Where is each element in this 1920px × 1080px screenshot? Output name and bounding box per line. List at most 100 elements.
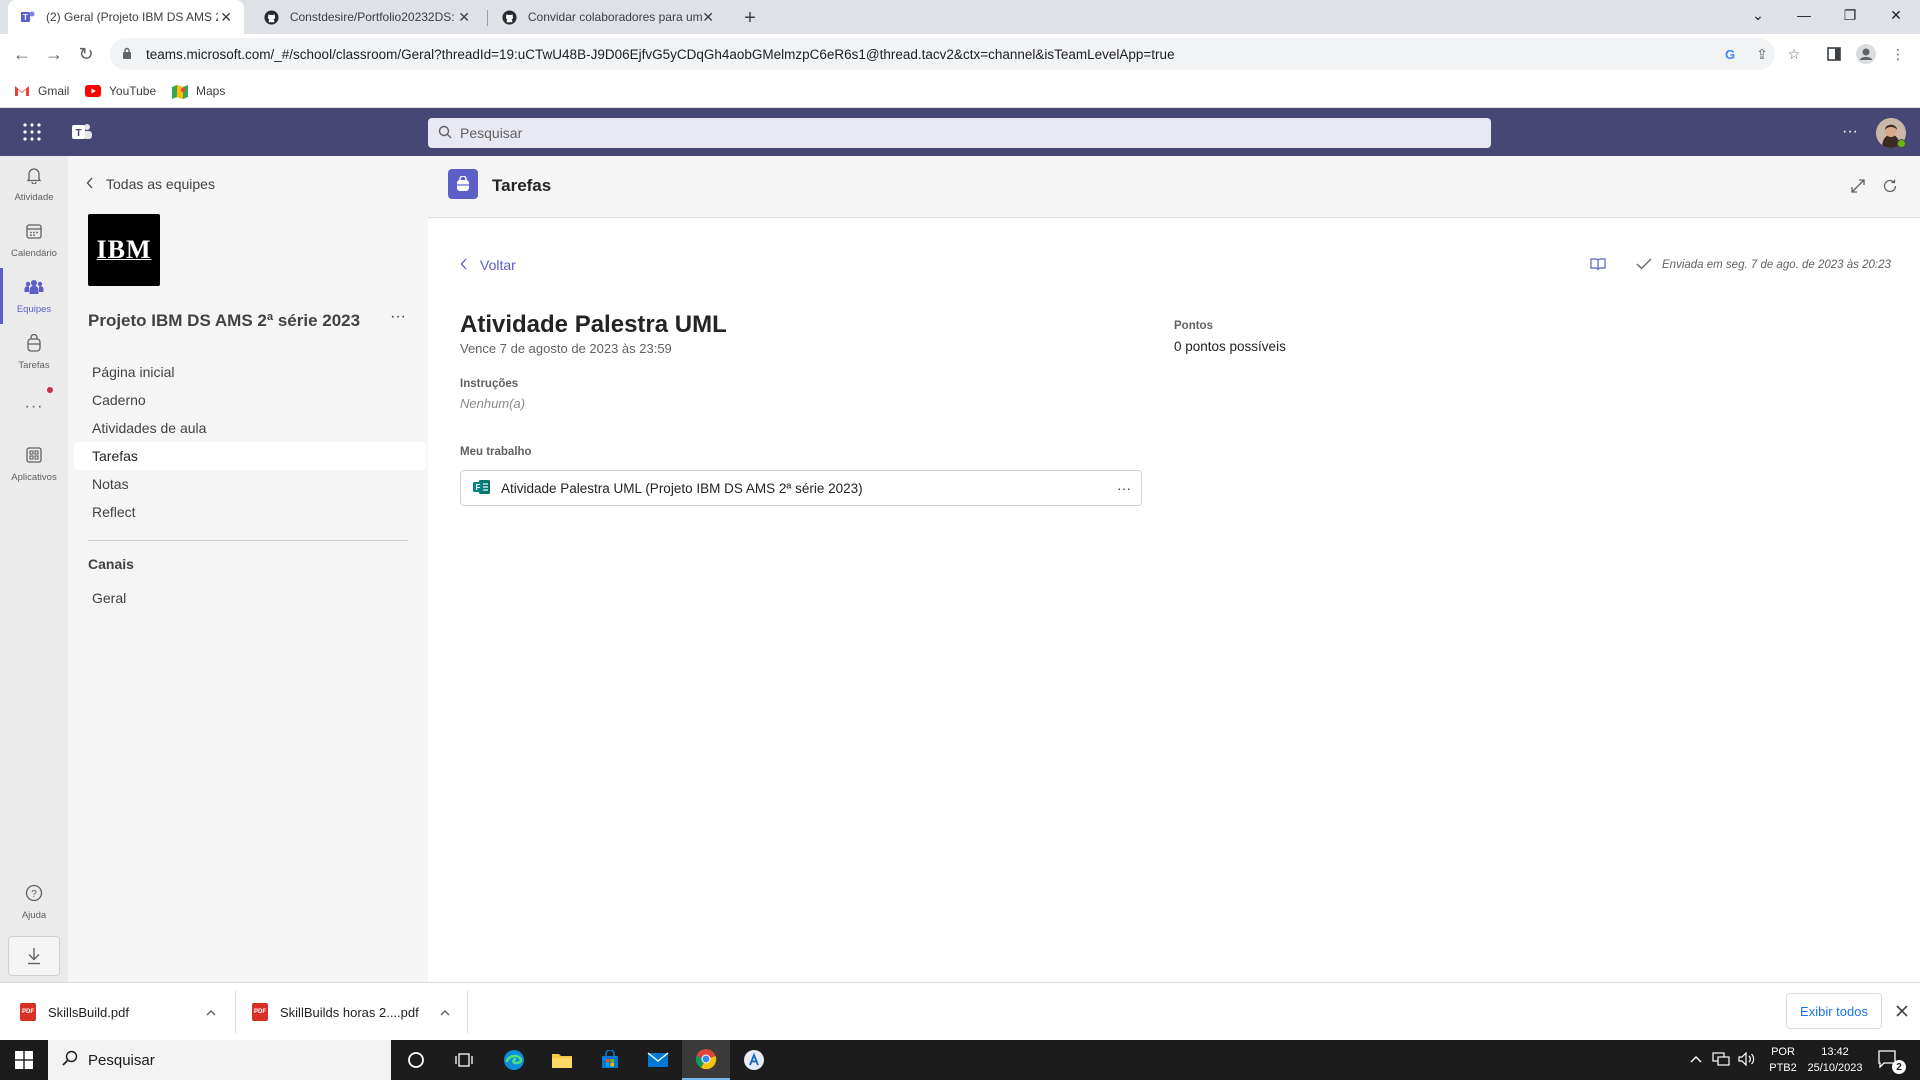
back-arrow-icon[interactable]: ← <box>8 40 36 68</box>
volume-icon[interactable] <box>1738 1051 1756 1071</box>
divider <box>235 991 236 1033</box>
bookmark-star-icon[interactable]: ☆ <box>1782 42 1806 66</box>
google-lens-icon[interactable]: G <box>1718 42 1742 66</box>
rail-assignments[interactable]: Tarefas <box>0 324 68 380</box>
points-label: Pontos <box>1174 320 1213 332</box>
side-panel-icon[interactable] <box>1822 42 1846 66</box>
rail-calendar[interactable]: Calendário <box>0 212 68 268</box>
rail-label: Tarefas <box>18 359 50 371</box>
rail-activity[interactable]: Atividade <box>0 156 68 212</box>
windows-start-icon[interactable] <box>0 1040 48 1080</box>
work-item-card[interactable]: F Atividade Palestra UML (Projeto IBM DS… <box>460 470 1142 506</box>
nav-reflect[interactable]: Reflect <box>92 498 136 526</box>
restore-icon[interactable]: ❐ <box>1827 0 1873 30</box>
address-bar[interactable]: teams.microsoft.com/_#/school/classroom/… <box>110 38 1775 70</box>
github-favicon-icon <box>264 9 280 25</box>
nav-notebook[interactable]: Caderno <box>92 386 146 414</box>
browser-tab-github-invite[interactable]: Convidar colaboradores para um ✕ <box>490 0 726 34</box>
chevron-up-icon[interactable] <box>440 1005 450 1019</box>
tab-search-icon[interactable]: ⌄ <box>1735 0 1781 30</box>
app-store-icon[interactable] <box>730 1040 778 1080</box>
network-icon[interactable] <box>1712 1052 1730 1071</box>
show-hidden-icons-icon[interactable] <box>1690 1052 1702 1066</box>
app-rail: Atividade Calendário Equipes Tarefas ···… <box>0 156 68 982</box>
reload-icon[interactable]: ↻ <box>72 40 100 68</box>
browser-menu-icon[interactable]: ⋮ <box>1886 42 1910 66</box>
notification-count-badge: 2 <box>1892 1060 1906 1074</box>
clock[interactable]: 13:42 25/10/2023 <box>1800 1044 1870 1076</box>
expand-icon[interactable] <box>1850 178 1868 196</box>
svg-text:T: T <box>23 13 28 22</box>
download-app-icon[interactable] <box>8 936 60 976</box>
teams-logo-icon[interactable]: T <box>71 121 93 143</box>
back-link[interactable]: Voltar <box>460 255 516 275</box>
download-item[interactable]: PDF SkillsBuild.pdf <box>20 983 220 1041</box>
task-view-icon[interactable] <box>440 1040 488 1080</box>
app-launcher-icon[interactable] <box>22 122 42 142</box>
download-filename: SkillsBuild.pdf <box>48 1004 129 1020</box>
team-logo-text: IBM <box>96 235 152 264</box>
store-icon[interactable] <box>586 1040 634 1080</box>
download-filename: SkillBuilds horas 2....pdf <box>280 1004 419 1020</box>
clock-date: 25/10/2023 <box>1807 1062 1863 1074</box>
minimize-icon[interactable]: — <box>1781 0 1827 30</box>
all-teams-link[interactable]: Todas as equipes <box>86 174 215 194</box>
tab-close-icon[interactable]: ✕ <box>458 9 470 26</box>
browser-tab-github-portfolio[interactable]: Constdesire/Portfolio20232DS: Pr ✕ <box>252 0 482 34</box>
svg-text:T: T <box>75 128 81 139</box>
tab-close-icon[interactable]: ✕ <box>702 9 714 26</box>
taskbar-search-input[interactable]: Pesquisar <box>48 1040 391 1080</box>
download-item[interactable]: PDF SkillBuilds horas 2....pdf <box>252 983 452 1041</box>
nav-home[interactable]: Página inicial <box>92 358 175 386</box>
nav-class-activities[interactable]: Atividades de aula <box>92 414 206 442</box>
cortana-icon[interactable] <box>392 1040 440 1080</box>
forward-arrow-icon[interactable]: → <box>40 40 68 68</box>
bookmark-maps[interactable]: Maps <box>172 82 225 100</box>
pdf-icon: PDF <box>252 1003 268 1021</box>
work-item-options-icon[interactable]: ··· <box>1117 480 1131 496</box>
bookmark-label: Maps <box>196 84 226 98</box>
language-indicator[interactable]: POR PTB2 <box>1768 1044 1798 1076</box>
bookmark-gmail[interactable]: Gmail <box>14 82 69 100</box>
edge-icon[interactable] <box>490 1040 538 1080</box>
bookmark-label: Gmail <box>38 84 70 98</box>
channel-general[interactable]: Geral <box>92 584 126 612</box>
rail-help[interactable]: ? Ajuda <box>0 874 68 930</box>
tab-close-icon[interactable]: ✕ <box>220 9 232 26</box>
download-shelf: PDF SkillsBuild.pdf PDF SkillBuilds hora… <box>0 982 1920 1040</box>
instructions-label: Instruções <box>460 378 519 390</box>
close-window-icon[interactable]: ✕ <box>1873 0 1919 30</box>
rail-label: Equipes <box>16 303 52 315</box>
rail-label: Aplicativos <box>11 471 57 483</box>
url-text: teams.microsoft.com/_#/school/classroom/… <box>146 46 1175 62</box>
more-apps-icon: ··· <box>24 397 44 415</box>
chevron-up-icon[interactable] <box>206 1005 216 1019</box>
teams-favicon-icon: T <box>20 9 36 25</box>
teams-search-input[interactable]: Pesquisar <box>428 118 1491 148</box>
nav-assignments[interactable]: Tarefas <box>92 442 138 470</box>
close-shelf-icon[interactable] <box>1892 1001 1912 1021</box>
share-icon[interactable]: ⇪ <box>1750 42 1774 66</box>
tab-title: Constdesire/Portfolio20232DS: Pr <box>289 10 459 24</box>
rail-apps[interactable]: Aplicativos <box>0 436 68 492</box>
more-options-icon[interactable]: ··· <box>1838 120 1862 144</box>
browser-tab-teams[interactable]: T (2) Geral (Projeto IBM DS AMS 2ª série… <box>8 0 244 34</box>
profile-icon[interactable] <box>1854 42 1878 66</box>
rail-teams[interactable]: Equipes <box>0 268 68 324</box>
search-placeholder: Pesquisar <box>460 125 523 141</box>
refresh-icon[interactable] <box>1882 178 1900 196</box>
language-code: POR <box>1771 1046 1795 1058</box>
chrome-icon[interactable] <box>682 1040 730 1080</box>
rail-more-apps[interactable]: ··· <box>0 380 68 436</box>
new-tab-icon[interactable]: + <box>738 6 762 30</box>
team-options-icon[interactable]: ··· <box>390 308 406 326</box>
nav-grades[interactable]: Notas <box>92 470 129 498</box>
show-all-downloads-button[interactable]: Exibir todos <box>1786 993 1882 1029</box>
keyboard-layout: PTB2 <box>1769 1062 1797 1074</box>
team-name: Projeto IBM DS AMS 2ª série 2023 <box>88 311 361 330</box>
file-explorer-icon[interactable] <box>538 1040 586 1080</box>
bookmark-youtube[interactable]: YouTube <box>85 82 156 100</box>
immersive-reader-icon[interactable] <box>1590 256 1608 274</box>
mail-icon[interactable] <box>634 1040 682 1080</box>
due-date: Vence 7 de agosto de 2023 às 23:59 <box>460 341 672 356</box>
